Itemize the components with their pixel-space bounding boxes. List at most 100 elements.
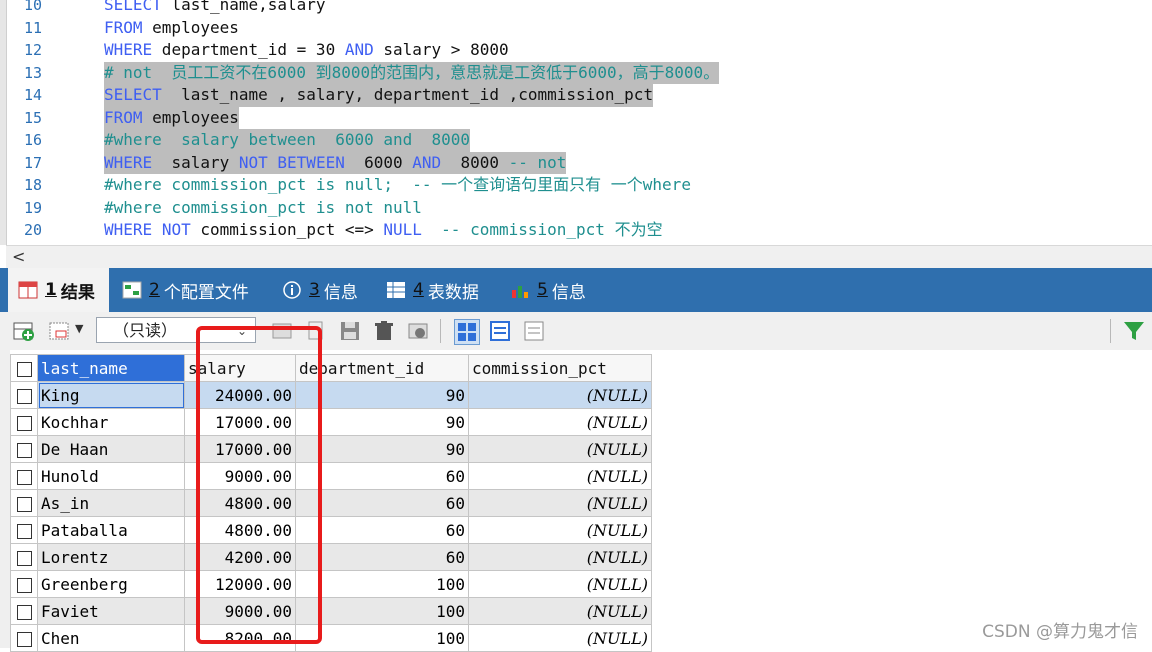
table-cell[interactable]: 90 bbox=[295, 408, 469, 436]
table-cell[interactable]: Greenberg bbox=[37, 570, 185, 598]
grid-view-icon[interactable] bbox=[454, 319, 480, 345]
text-view-icon[interactable] bbox=[522, 319, 546, 343]
table-cell[interactable]: De Haan bbox=[37, 435, 185, 463]
table-cell[interactable]: (NULL) bbox=[468, 381, 652, 409]
table-cell[interactable]: Hunold bbox=[37, 462, 185, 490]
table-cell[interactable]: Kochhar bbox=[37, 408, 185, 436]
table-row[interactable]: Chen 8200.00 100 (NULL) bbox=[10, 624, 652, 652]
refresh-icon[interactable] bbox=[270, 319, 294, 343]
table-cell[interactable]: (NULL) bbox=[468, 435, 652, 463]
filter-icon[interactable] bbox=[1122, 319, 1146, 343]
row-checkbox[interactable] bbox=[10, 408, 38, 436]
code-line[interactable]: 11 FROM employees bbox=[0, 17, 1152, 40]
code-line[interactable]: 19 #where commission_pct is not null bbox=[0, 197, 1152, 220]
table-cell[interactable]: Pataballa bbox=[37, 516, 185, 544]
row-checkbox[interactable] bbox=[10, 381, 38, 409]
table-cell[interactable]: 8200.00 bbox=[184, 624, 296, 652]
table-cell[interactable]: (NULL) bbox=[468, 570, 652, 598]
table-row[interactable]: Faviet 9000.00 100 (NULL) bbox=[10, 597, 652, 625]
table-row[interactable]: Lorentz 4200.00 60 (NULL) bbox=[10, 543, 652, 571]
table-cell[interactable]: (NULL) bbox=[468, 543, 652, 571]
form-view-icon[interactable] bbox=[488, 319, 512, 343]
row-checkbox[interactable] bbox=[10, 597, 38, 625]
table-cell[interactable]: (NULL) bbox=[468, 462, 652, 490]
table-row[interactable]: King 24000.00 90 (NULL) bbox=[10, 381, 652, 409]
code-line[interactable]: 17 WHERE salary NOT BETWEEN 6000 AND 8000… bbox=[0, 151, 1152, 174]
sql-token: 6000 bbox=[344, 152, 413, 172]
table-row[interactable]: De Haan 17000.00 90 (NULL) bbox=[10, 435, 652, 463]
table-cell[interactable]: 4200.00 bbox=[184, 543, 296, 571]
profile-icon bbox=[122, 281, 142, 299]
table-row[interactable]: As_in 4800.00 60 (NULL) bbox=[10, 489, 652, 517]
select-all-checkbox[interactable] bbox=[10, 354, 38, 382]
table-cell[interactable]: (NULL) bbox=[468, 597, 652, 625]
table-cell[interactable]: 60 bbox=[295, 516, 469, 544]
tab-number: 2 bbox=[149, 280, 160, 300]
trash-icon[interactable] bbox=[372, 319, 396, 343]
code-line[interactable]: 12 WHERE department_id = 30 AND salary > … bbox=[0, 39, 1152, 62]
table-cell[interactable]: 24000.00 bbox=[184, 381, 296, 409]
table-cell[interactable]: Faviet bbox=[37, 597, 185, 625]
code-line[interactable]: 14 SELECT last_name , salary, department_… bbox=[0, 84, 1152, 107]
code-line[interactable]: 20 WHERE NOT commission_pct <=> NULL -- c… bbox=[0, 219, 1152, 242]
tab-info-chart[interactable]: 5 信息 bbox=[510, 268, 586, 312]
column-header[interactable]: department_id bbox=[295, 354, 469, 382]
table-cell[interactable]: As_in bbox=[37, 489, 185, 517]
table-cell[interactable]: 9000.00 bbox=[184, 462, 296, 490]
row-checkbox[interactable] bbox=[10, 543, 38, 571]
table-cell[interactable]: 90 bbox=[295, 435, 469, 463]
column-header[interactable]: last_name bbox=[37, 354, 185, 382]
table-cell[interactable]: 4800.00 bbox=[184, 516, 296, 544]
clear-icon[interactable] bbox=[406, 319, 430, 343]
table-cell[interactable]: (NULL) bbox=[468, 489, 652, 517]
table-cell[interactable]: 60 bbox=[295, 489, 469, 517]
column-header[interactable]: salary bbox=[184, 354, 296, 382]
column-header[interactable]: commission_pct bbox=[468, 354, 652, 382]
table-cell[interactable]: 100 bbox=[295, 570, 469, 598]
table-cell[interactable]: 90 bbox=[295, 381, 469, 409]
editor-horizontal-scrollbar[interactable]: < bbox=[6, 245, 1152, 268]
table-cell[interactable]: 100 bbox=[295, 597, 469, 625]
readonly-select[interactable]: （只读） ⌄ bbox=[96, 317, 256, 343]
dropdown-arrow-icon[interactable]: ▼ bbox=[75, 322, 83, 335]
row-checkbox[interactable] bbox=[10, 489, 38, 517]
scroll-left-icon[interactable]: < bbox=[12, 247, 25, 266]
code-line[interactable]: 13 # not 员工工资不在6000 到8000的范围内，意思就是工资低于600… bbox=[0, 61, 1152, 84]
delete-row-icon[interactable] bbox=[48, 319, 72, 343]
row-checkbox[interactable] bbox=[10, 435, 38, 463]
table-cell[interactable]: 4800.00 bbox=[184, 489, 296, 517]
copy-icon[interactable] bbox=[304, 319, 328, 343]
table-row[interactable]: Kochhar 17000.00 90 (NULL) bbox=[10, 408, 652, 436]
table-row[interactable]: Greenberg 12000.00 100 (NULL) bbox=[10, 570, 652, 598]
table-cell[interactable]: 9000.00 bbox=[184, 597, 296, 625]
table-cell[interactable]: (NULL) bbox=[468, 624, 652, 652]
add-row-icon[interactable] bbox=[12, 319, 36, 343]
table-cell[interactable]: (NULL) bbox=[468, 516, 652, 544]
table-cell[interactable]: Chen bbox=[37, 624, 185, 652]
sql-editor[interactable]: 10 SELECT last_name,salary 11 FROM employee… bbox=[0, 0, 1152, 245]
row-checkbox[interactable] bbox=[10, 570, 38, 598]
code-line[interactable]: 16 #where salary between 6000 and 8000 bbox=[0, 129, 1152, 152]
save-icon[interactable] bbox=[338, 319, 362, 343]
tab-result-grid[interactable]: 1 结果 bbox=[8, 268, 109, 312]
table-cell[interactable]: 100 bbox=[295, 624, 469, 652]
table-cell[interactable]: (NULL) bbox=[468, 408, 652, 436]
tab-profile[interactable]: 2 个配置文件 bbox=[122, 268, 249, 312]
table-cell[interactable]: 17000.00 bbox=[184, 408, 296, 436]
code-line[interactable]: 18 #where commission_pct is null; -- 一个查询… bbox=[0, 174, 1152, 197]
code-line[interactable]: 10 SELECT last_name,salary bbox=[0, 0, 1152, 17]
table-row[interactable]: Pataballa 4800.00 60 (NULL) bbox=[10, 516, 652, 544]
table-cell[interactable]: 12000.00 bbox=[184, 570, 296, 598]
table-cell[interactable]: Lorentz bbox=[37, 543, 185, 571]
code-line[interactable]: 15 FROM employees bbox=[0, 106, 1152, 129]
row-checkbox[interactable] bbox=[10, 462, 38, 490]
table-cell[interactable]: 60 bbox=[295, 462, 469, 490]
tab-table-data[interactable]: 4 表数据 bbox=[386, 268, 479, 312]
tab-info[interactable]: 3 信息 bbox=[282, 268, 358, 312]
table-cell[interactable]: King bbox=[37, 381, 185, 409]
table-cell[interactable]: 60 bbox=[295, 543, 469, 571]
table-row[interactable]: Hunold 9000.00 60 (NULL) bbox=[10, 462, 652, 490]
row-checkbox[interactable] bbox=[10, 624, 38, 652]
table-cell[interactable]: 17000.00 bbox=[184, 435, 296, 463]
row-checkbox[interactable] bbox=[10, 516, 38, 544]
